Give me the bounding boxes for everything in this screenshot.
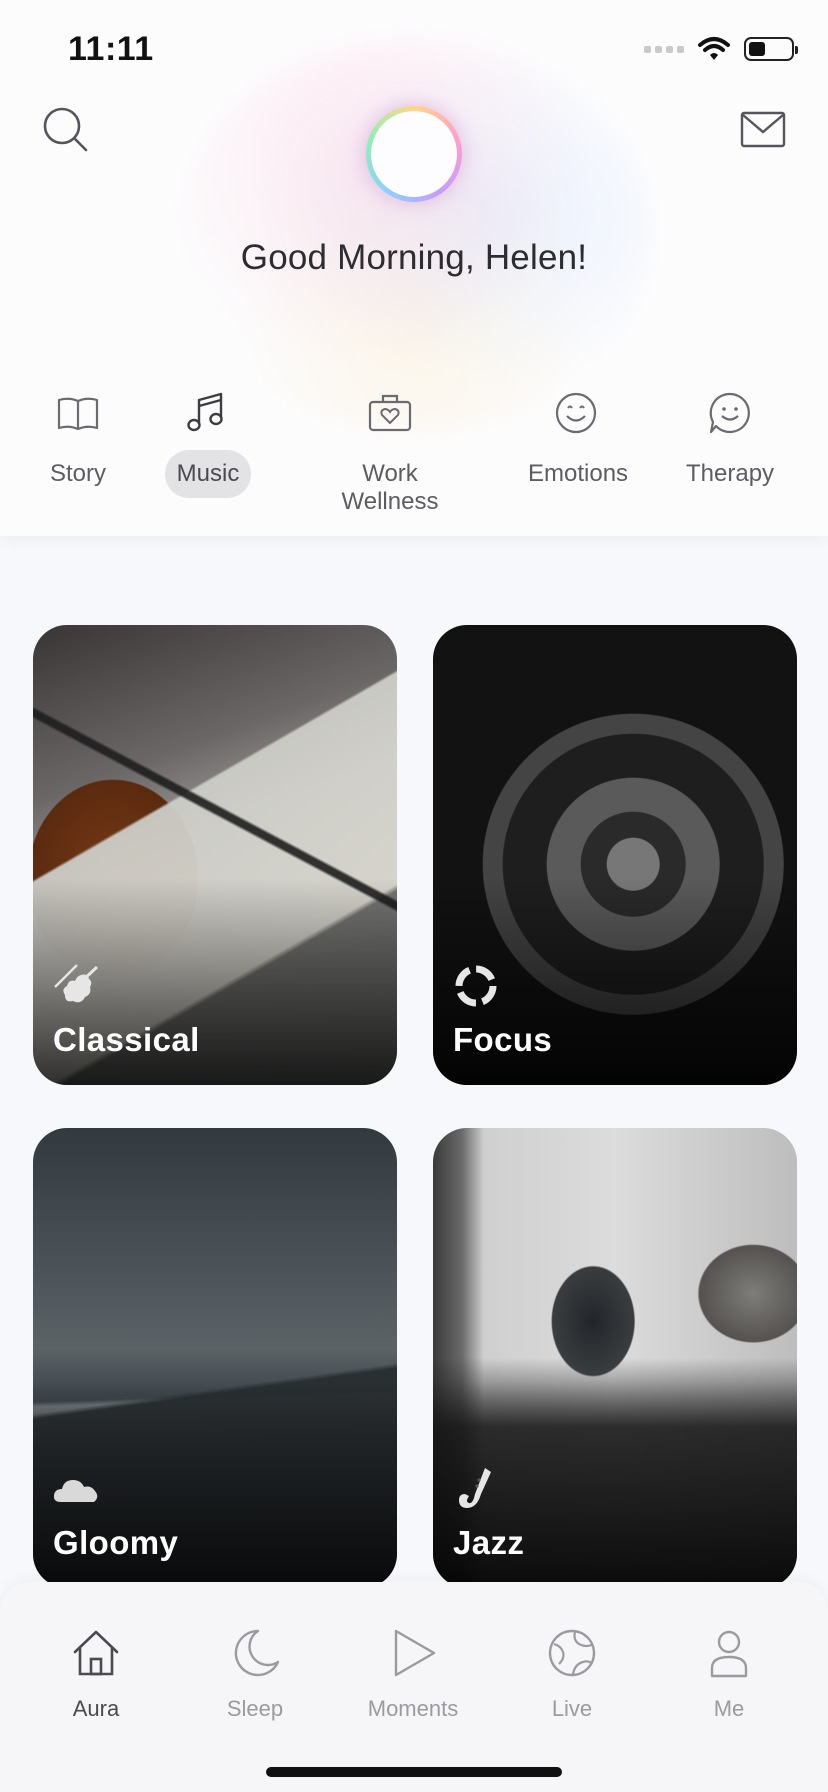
battery-icon xyxy=(744,37,798,61)
card-classical[interactable]: Classical xyxy=(33,625,397,1085)
play-icon xyxy=(394,1629,436,1677)
violin-icon xyxy=(54,964,99,1003)
signal-icon xyxy=(644,45,684,53)
screen: 11:11 Good Morning, Helen! Story Music W… xyxy=(0,0,828,1792)
nav-aura[interactable]: Aura xyxy=(36,1626,156,1722)
aura-ring-icon[interactable] xyxy=(366,106,462,202)
nav-live-label: Live xyxy=(551,1696,593,1721)
tab-work-wellness[interactable]: Work Wellness xyxy=(300,390,480,526)
tab-emotions[interactable]: Emotions xyxy=(516,390,636,498)
nav-sleep-label: Sleep xyxy=(226,1696,284,1721)
card-title: Jazz xyxy=(453,1524,525,1561)
card-focus[interactable]: Focus xyxy=(433,625,797,1085)
home-icon xyxy=(73,1630,119,1676)
card-gloomy[interactable]: Gloomy xyxy=(33,1128,397,1588)
smiley-icon xyxy=(555,392,597,434)
saxophone-icon xyxy=(459,1468,491,1508)
card-title: Gloomy xyxy=(53,1524,179,1561)
moon-icon xyxy=(234,1629,280,1677)
tab-music-label: Music xyxy=(164,450,252,498)
nav-me[interactable]: Me xyxy=(669,1626,789,1722)
card-title: Classical xyxy=(53,1021,200,1058)
status-icons xyxy=(644,36,798,62)
tab-therapy[interactable]: Therapy xyxy=(674,390,786,498)
card-jazz[interactable]: Jazz xyxy=(433,1128,797,1588)
status-time: 11:11 xyxy=(68,30,154,68)
bottom-nav: Aura Sleep Moments Live Me xyxy=(0,1582,828,1792)
person-icon xyxy=(710,1630,748,1678)
category-tabs: Story Music Work Wellness Emotions Thera… xyxy=(0,390,828,515)
nav-live[interactable]: Live xyxy=(512,1626,632,1722)
cloud-icon xyxy=(53,1480,98,1502)
briefcase-heart-icon xyxy=(368,394,412,432)
tab-music[interactable]: Music xyxy=(160,390,256,498)
music-note-icon xyxy=(187,392,223,432)
search-icon[interactable] xyxy=(40,104,92,156)
nav-moments[interactable]: Moments xyxy=(353,1626,473,1722)
nav-moments-label: Moments xyxy=(367,1696,459,1721)
nav-aura-label: Aura xyxy=(72,1696,120,1721)
tab-therapy-label: Therapy xyxy=(686,460,775,487)
nav-me-label: Me xyxy=(713,1696,745,1721)
book-icon xyxy=(57,397,99,431)
tab-emotions-label: Emotions xyxy=(528,460,629,487)
nav-sleep[interactable]: Sleep xyxy=(195,1626,315,1722)
mail-icon[interactable] xyxy=(740,110,786,150)
chat-smiley-icon xyxy=(709,392,750,434)
tab-work-wellness-label: Work Wellness xyxy=(341,460,439,515)
home-indicator[interactable] xyxy=(266,1767,562,1777)
tab-story-label: Story xyxy=(50,460,107,487)
globe-icon xyxy=(548,1629,596,1677)
header-area: 11:11 Good Morning, Helen! Story Music W… xyxy=(0,0,828,536)
card-title: Focus xyxy=(453,1021,553,1058)
aura-glow xyxy=(180,40,650,430)
tab-story[interactable]: Story xyxy=(38,390,118,498)
focus-circle-icon xyxy=(455,965,497,1007)
wifi-icon xyxy=(698,37,730,60)
greeting-text: Good Morning, Helen! xyxy=(240,238,588,277)
